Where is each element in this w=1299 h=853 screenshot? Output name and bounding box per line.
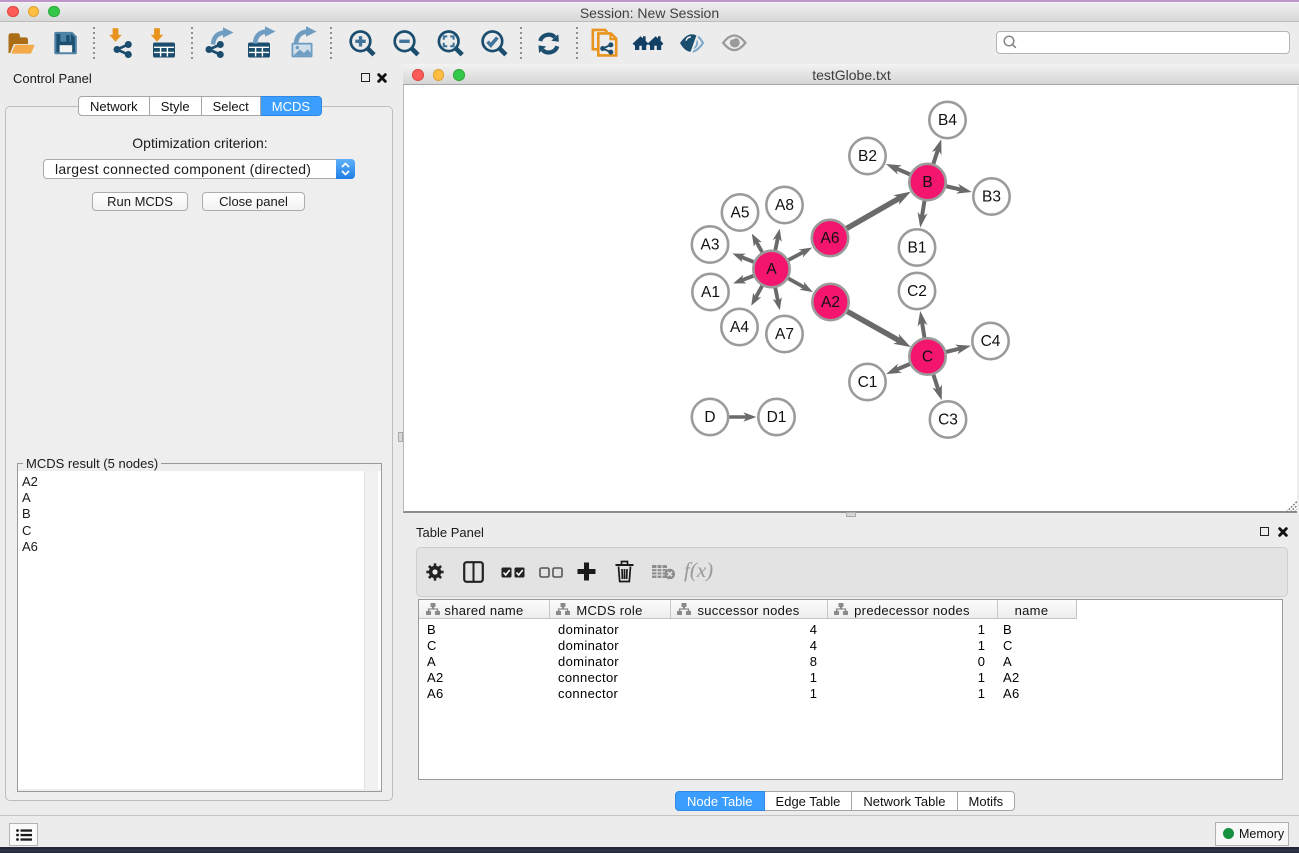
svg-text:A6: A6 — [821, 230, 840, 247]
svg-text:C1: C1 — [858, 374, 878, 391]
svg-text:C2: C2 — [907, 283, 927, 300]
svg-text:B: B — [922, 174, 932, 191]
svg-text:A4: A4 — [730, 319, 749, 336]
svg-text:A7: A7 — [775, 326, 794, 343]
svg-text:C: C — [922, 349, 933, 366]
svg-text:B4: B4 — [938, 112, 957, 129]
svg-text:D1: D1 — [767, 409, 787, 426]
svg-text:A: A — [766, 261, 777, 278]
svg-text:A8: A8 — [775, 197, 794, 214]
svg-text:A2: A2 — [821, 294, 840, 311]
svg-text:B3: B3 — [982, 189, 1001, 206]
svg-text:A1: A1 — [701, 284, 720, 301]
svg-text:B2: B2 — [858, 148, 877, 165]
svg-text:B1: B1 — [908, 240, 927, 257]
svg-text:C3: C3 — [938, 412, 958, 429]
svg-text:A5: A5 — [731, 205, 750, 222]
svg-text:C4: C4 — [981, 333, 1001, 350]
svg-text:A3: A3 — [701, 237, 720, 254]
svg-text:D: D — [704, 409, 715, 426]
